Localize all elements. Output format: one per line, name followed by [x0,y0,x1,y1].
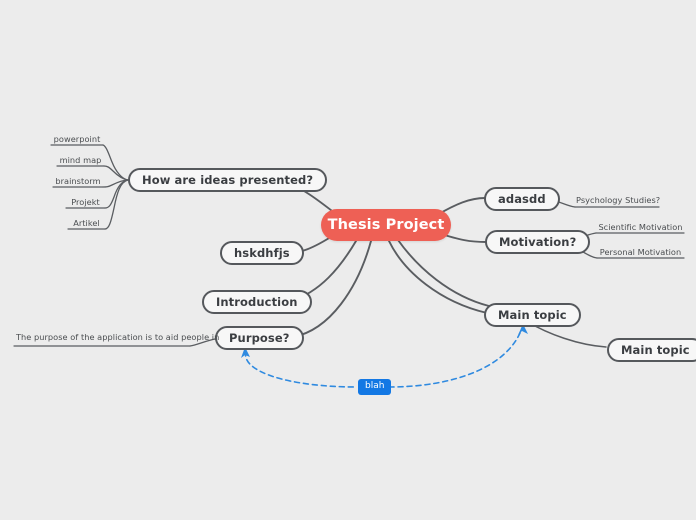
relationship-edge-right[interactable] [388,327,523,388]
topic-node-purpose[interactable]: Purpose? [215,326,304,350]
leaf-label-mind-map[interactable]: mind map [57,155,104,165]
topic-label-main-topic-2: Main topic [621,343,690,357]
topic-node-hskdhfjs[interactable]: hskdhfjs [220,241,304,265]
relationship-edge-left[interactable] [244,350,358,388]
leaf-text-purpose-note: The purpose of the application is to aid… [16,332,220,342]
topic-node-main-topic-2[interactable]: Main topic [607,338,696,362]
leaf-label-brainstorm[interactable]: brainstorm [53,176,103,186]
edge-root-purpose [292,240,372,338]
edge-how-brainstorm [102,179,129,188]
leaf-label-purpose-note[interactable]: The purpose of the application is to aid… [16,332,219,342]
topic-label-how-are-ideas-presented: How are ideas presented? [142,173,314,187]
leaf-label-projekt[interactable]: Projekt [66,197,105,207]
leaf-text-artikel: Artikel [73,218,100,228]
leaf-text-psychology-studies: Psychology Studies? [576,195,661,205]
leaf-label-scientific-motivation[interactable]: Scientific Motivation [597,222,684,232]
edge-how-projekt [104,179,129,209]
relationship-label-blah[interactable]: blah [358,379,392,395]
leaf-label-powerpoint[interactable]: powerpoint [51,134,103,144]
topic-label-motivation: Motivation? [499,235,577,249]
leaf-text-scientific-motivation: Scientific Motivation [598,222,683,232]
edge-how-powerpoint [102,144,129,181]
topic-label-introduction: Introduction [216,295,298,309]
topic-node-how-are-ideas-presented[interactable]: How are ideas presented? [128,168,328,192]
leaf-text-powerpoint: powerpoint [53,134,101,144]
edge-how-mind-map [103,165,129,181]
edge-root-main-topic-1-b [397,239,490,307]
topic-node-motivation[interactable]: Motivation? [485,230,591,254]
edge-layer [13,144,685,388]
mindmap-canvas[interactable]: Thesis Project How are ideas presented? … [0,0,696,520]
topic-label-main-topic-1: Main topic [498,308,567,322]
topic-node-introduction[interactable]: Introduction [202,290,312,314]
leaf-text-brainstorm: brainstorm [55,176,101,186]
topic-node-main-topic-1[interactable]: Main topic [484,303,581,327]
edge-root-main-topic-1 [388,240,488,314]
leaf-label-psychology-studies[interactable]: Psychology Studies? [576,195,661,205]
leaf-label-personal-motivation[interactable]: Personal Motivation [597,247,684,257]
leaf-text-projekt: Projekt [71,197,100,207]
relationship-label-text: blah [365,381,385,391]
root-node[interactable]: Thesis Project [321,209,451,241]
leaf-text-mind-map: mind map [59,155,102,165]
leaf-text-personal-motivation: Personal Motivation [599,247,682,257]
topic-label-purpose: Purpose? [229,331,290,345]
topic-label-adasdd: adasdd [498,192,546,206]
topic-node-adasdd[interactable]: adasdd [484,187,560,211]
edge-how-artikel [104,179,129,230]
root-node-label: Thesis Project [327,217,445,233]
leaf-label-artikel[interactable]: Artikel [68,218,105,228]
topic-label-hskdhfjs: hskdhfjs [234,246,290,260]
